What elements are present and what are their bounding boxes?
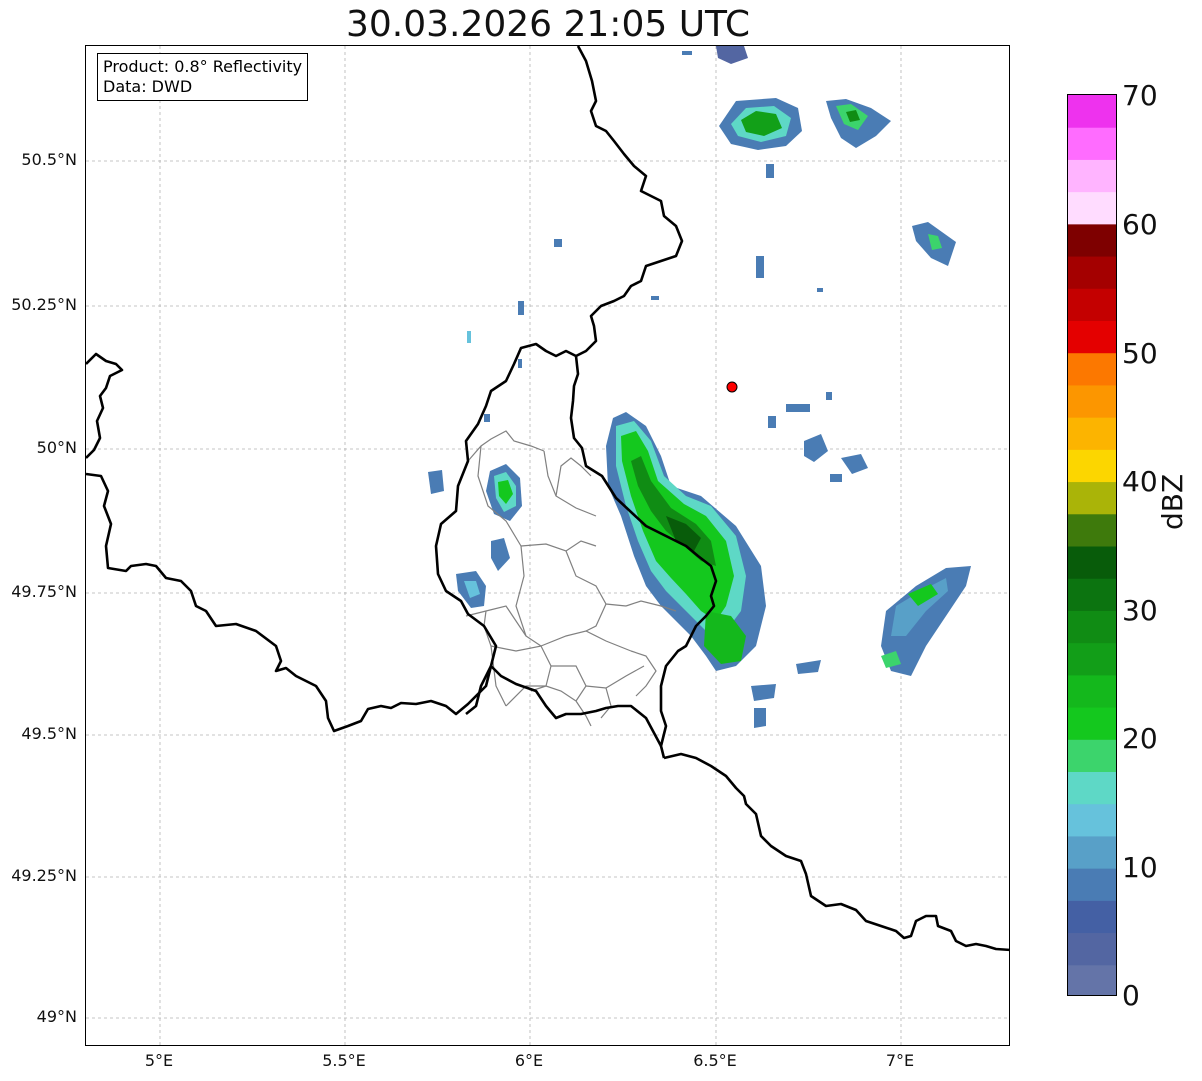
colorbar-label: dBZ (1156, 473, 1189, 530)
colorbar-tick: 40 (1122, 465, 1158, 498)
colorbar-tick: 0 (1122, 979, 1140, 1012)
info-box: Product: 0.8° Reflectivity Data: DWD (97, 53, 309, 101)
colorbar-swatch (1068, 835, 1116, 869)
colorbar-swatch (1068, 256, 1116, 289)
y-tick-label: 50.5°N (21, 150, 77, 169)
colorbar (1067, 94, 1117, 996)
x-tick-label: 5°E (144, 1051, 174, 1070)
colorbar-tick: 20 (1122, 722, 1158, 755)
colorbar-swatch (1068, 159, 1116, 193)
colorbar-swatch (1068, 642, 1116, 676)
radar-site-marker[interactable] (726, 381, 738, 393)
y-tick-label: 50°N (36, 438, 77, 457)
colorbar-swatch (1068, 868, 1116, 901)
y-tick-label: 49.75°N (11, 582, 77, 601)
colorbar-swatch (1068, 223, 1116, 257)
echo-east-cells (751, 434, 971, 728)
x-tick-label: 7°E (885, 1051, 915, 1070)
colorbar-swatch (1068, 320, 1116, 354)
y-tick-label: 49.5°N (21, 724, 77, 743)
colorbar-swatch (1068, 417, 1116, 450)
colorbar-swatch (1068, 964, 1116, 995)
info-product: Product: 0.8° Reflectivity (103, 57, 303, 76)
echo-west-cells (428, 464, 522, 608)
colorbar-swatch (1068, 191, 1116, 225)
y-tick-label: 50.25°N (11, 295, 77, 314)
radar-map[interactable] (85, 45, 1010, 1046)
country-borders (86, 46, 1009, 952)
x-tick-label: 6.5°E (693, 1051, 737, 1070)
colorbar-swatch (1068, 707, 1116, 740)
colorbar-tick: 60 (1122, 208, 1158, 241)
colorbar-swatch (1068, 546, 1116, 579)
colorbar-swatch (1068, 739, 1116, 772)
colorbar-swatch (1068, 932, 1116, 966)
colorbar-swatch (1068, 900, 1116, 934)
colorbar-swatch (1068, 481, 1116, 515)
x-tick-label: 5.5°E (322, 1051, 366, 1070)
colorbar-swatches (1068, 95, 1116, 995)
colorbar-swatch (1068, 578, 1116, 611)
map-title: 30.03.2026 21:05 UTC (345, 4, 751, 45)
colorbar-tick: 30 (1122, 594, 1158, 627)
y-tick-label: 49.25°N (11, 866, 77, 885)
echo-main-cell (606, 412, 766, 671)
radar-echoes (428, 46, 971, 728)
x-tick-label: 6°E (514, 1051, 544, 1070)
y-tick-label: 49°N (36, 1007, 77, 1026)
colorbar-swatch (1068, 288, 1116, 321)
colorbar-swatch (1068, 127, 1116, 160)
colorbar-swatch (1068, 352, 1116, 386)
echo-north-cells (716, 46, 956, 266)
colorbar-swatch (1068, 610, 1116, 644)
colorbar-swatch (1068, 771, 1116, 805)
colorbar-tick: 10 (1122, 851, 1158, 884)
colorbar-tick: 50 (1122, 337, 1158, 370)
gridlines (86, 46, 1009, 1045)
colorbar-swatch (1068, 384, 1116, 418)
colorbar-swatch (1068, 674, 1116, 708)
info-source: Data: DWD (103, 77, 193, 96)
colorbar-swatch (1068, 803, 1116, 837)
colorbar-swatch (1068, 449, 1116, 483)
colorbar-swatch (1068, 513, 1116, 547)
colorbar-swatch (1068, 95, 1116, 128)
map-canvas (86, 46, 1009, 1045)
colorbar-tick: 70 (1122, 79, 1158, 112)
